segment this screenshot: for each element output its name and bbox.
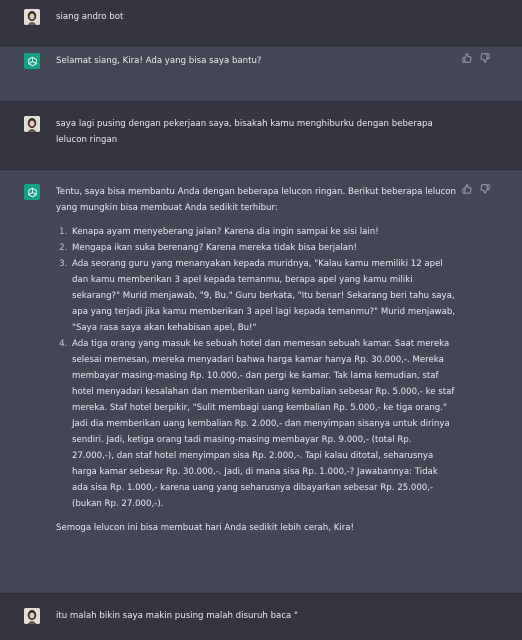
list-item: Mengapa ikan suka berenang? Karena merek… bbox=[70, 240, 456, 256]
message-text: Tentu, saya bisa membantu Anda dengan be… bbox=[56, 184, 456, 536]
thumbs-down-icon[interactable] bbox=[480, 184, 490, 194]
message-feedback bbox=[462, 53, 490, 63]
chat-message-user: siang andro bot bbox=[0, 0, 522, 46]
thumbs-up-icon[interactable] bbox=[462, 53, 472, 63]
openai-logo-icon bbox=[27, 187, 37, 197]
user-message-text: itu malah bikin saya makin pusing malah … bbox=[56, 611, 298, 621]
user-avatar-icon bbox=[24, 116, 40, 132]
assistant-intro-text: Tentu, saya bisa membantu Anda dengan be… bbox=[56, 187, 457, 213]
chat-message-user: saya lagi pusing dengan pekerjaan saya, … bbox=[0, 102, 522, 170]
message-text: Selamat siang, Kira! Ada yang bisa saya … bbox=[56, 53, 456, 69]
openai-logo-icon bbox=[27, 56, 37, 66]
message-text: saya lagi pusing dengan pekerjaan saya, … bbox=[56, 116, 456, 148]
thumbs-down-icon[interactable] bbox=[480, 53, 490, 63]
message-text: siang andro bot bbox=[56, 9, 456, 25]
assistant-outro-text: Semoga lelucon ini bisa membuat hari And… bbox=[56, 523, 354, 533]
chat-message-assistant: Selamat siang, Kira! Ada yang bisa saya … bbox=[0, 46, 522, 102]
list-item: Ada seorang guru yang menanyakan kepada … bbox=[70, 256, 456, 336]
jokes-list: Kenapa ayam menyeberang jalan? Karena di… bbox=[56, 224, 456, 512]
list-item: Ada tiga orang yang masuk ke sebuah hote… bbox=[70, 336, 456, 512]
user-message-text: saya lagi pusing dengan pekerjaan saya, … bbox=[56, 119, 433, 145]
assistant-avatar bbox=[24, 184, 40, 200]
assistant-avatar bbox=[24, 53, 40, 69]
chat-message-assistant: Tentu, saya bisa membantu Anda dengan be… bbox=[0, 170, 522, 594]
user-avatar bbox=[24, 9, 40, 25]
chat-message-user: itu malah bikin saya makin pusing malah … bbox=[0, 594, 522, 640]
user-avatar-icon bbox=[24, 9, 40, 25]
message-text: itu malah bikin saya makin pusing malah … bbox=[56, 608, 456, 624]
thumbs-up-icon[interactable] bbox=[462, 184, 472, 194]
list-item: Kenapa ayam menyeberang jalan? Karena di… bbox=[70, 224, 456, 240]
user-message-text: siang andro bot bbox=[56, 12, 124, 22]
assistant-message-text: Selamat siang, Kira! Ada yang bisa saya … bbox=[56, 56, 262, 66]
user-avatar-icon bbox=[24, 608, 40, 624]
message-feedback bbox=[462, 184, 490, 194]
user-avatar bbox=[24, 116, 40, 132]
user-avatar bbox=[24, 608, 40, 624]
